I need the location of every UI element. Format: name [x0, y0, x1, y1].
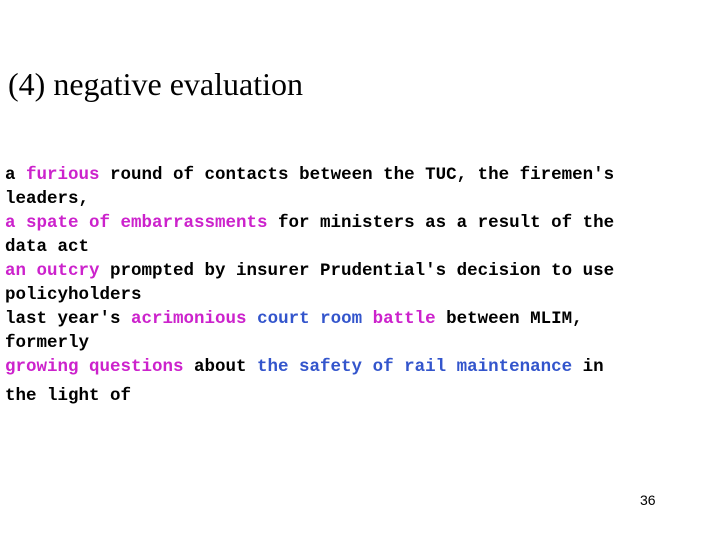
text-run-magenta: growing questions	[5, 357, 184, 377]
text-run-black: in	[572, 357, 604, 377]
text-run-black: round of contacts between the TUC, the f…	[99, 165, 615, 185]
text-run-blue: the safety of rail maintenance	[257, 357, 573, 377]
body-line: a furious round of contacts between the …	[5, 163, 717, 187]
body-line: the light of	[5, 384, 717, 408]
body-line: leaders,	[5, 187, 717, 211]
text-run-black: between MLIM,	[435, 309, 583, 329]
text-run-black	[247, 309, 258, 329]
page-number: 36	[640, 492, 656, 508]
text-run-magenta: a spate of embarrassments	[5, 213, 268, 233]
text-run-black: for ministers as a result of the	[267, 213, 615, 233]
text-run-black: prompted by insurer Prudential's decisio…	[99, 261, 615, 281]
text-run-magenta: battle	[372, 309, 436, 329]
slide-body-text: a furious round of contacts between the …	[5, 163, 717, 408]
text-run-black: leaders,	[5, 189, 90, 209]
text-run-black: a	[5, 165, 27, 185]
text-run-black: last year's	[5, 309, 132, 329]
page-title: (4) negative evaluation	[8, 66, 303, 102]
text-run-black: policyholders	[5, 285, 142, 305]
text-run-blue: court room	[257, 309, 363, 329]
text-run-black: the light of	[5, 386, 132, 406]
body-line: growing questions about the safety of ra…	[5, 355, 717, 379]
body-line: policyholders	[5, 283, 717, 307]
body-line: an outcry prompted by insurer Prudential…	[5, 259, 717, 283]
text-run-black: formerly	[5, 333, 90, 353]
slide-canvas: (4) negative evaluation a furious round …	[0, 0, 720, 540]
body-line: a spate of embarrassments for ministers …	[5, 211, 717, 235]
text-run-magenta: an outcry	[5, 261, 100, 281]
text-run-black: about	[183, 357, 258, 377]
body-line: formerly	[5, 331, 717, 355]
text-run-black	[362, 309, 373, 329]
text-run-magenta: acrimonious	[131, 309, 247, 329]
text-run-black: data act	[5, 237, 90, 257]
body-line: last year's acrimonious court room battl…	[5, 307, 717, 331]
text-run-magenta: furious	[26, 165, 100, 185]
body-line: data act	[5, 235, 717, 259]
